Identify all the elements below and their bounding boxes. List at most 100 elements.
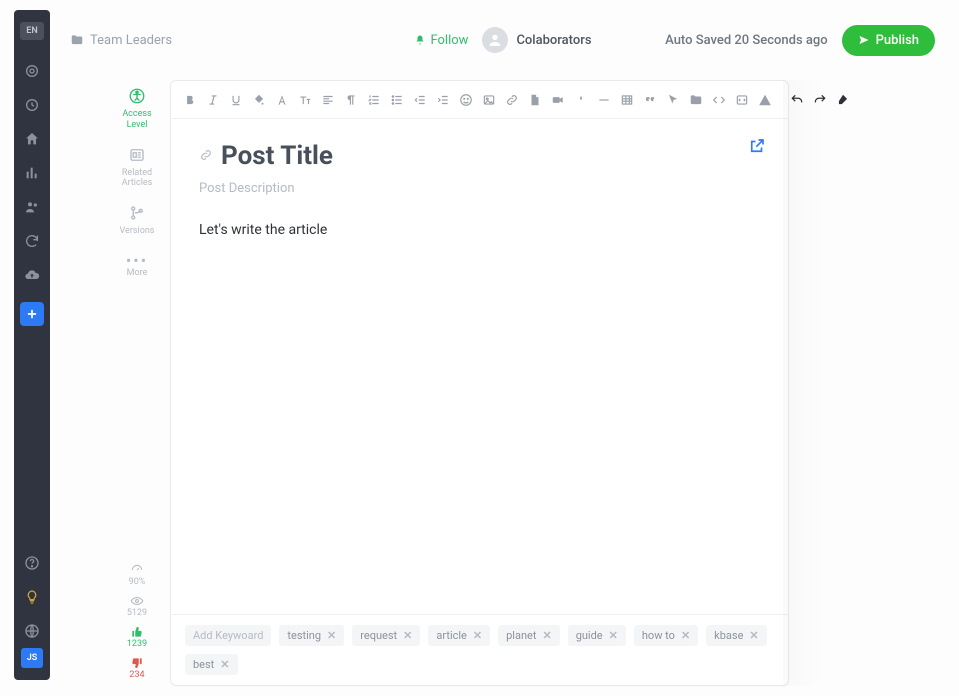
file-icon[interactable] (528, 92, 542, 108)
list-unordered-icon[interactable] (390, 92, 404, 108)
bold-icon[interactable] (183, 92, 197, 108)
collaborators-label: Colaborators (516, 33, 591, 48)
publish-label: Publish (876, 33, 919, 48)
indent-increase-icon[interactable] (436, 92, 450, 108)
accessibility-icon (127, 86, 147, 106)
analytics-icon[interactable] (22, 163, 42, 183)
post-description-input[interactable]: Post Description (199, 181, 760, 196)
post-title-input[interactable]: Post Title (221, 141, 333, 171)
health-icon (130, 563, 144, 577)
image-icon[interactable] (482, 92, 496, 108)
home-icon[interactable] (22, 129, 42, 149)
tips-icon[interactable] (22, 587, 42, 607)
link-icon[interactable] (505, 92, 519, 108)
downvotes-stat: 234 (129, 656, 144, 680)
font-icon[interactable] (275, 92, 289, 108)
tag-remove-icon[interactable]: ✕ (403, 629, 412, 642)
collaborators[interactable]: Colaborators (482, 27, 591, 53)
autosave-status: Auto Saved 20 Seconds ago (665, 33, 827, 48)
views-value: 5129 (127, 608, 147, 618)
tag-item[interactable]: how to✕ (634, 625, 698, 646)
folder-icon[interactable] (689, 92, 703, 108)
health-value: 90% (129, 577, 146, 587)
downvotes-value: 234 (129, 670, 144, 680)
publish-button[interactable]: Publish (842, 25, 935, 56)
target-icon[interactable] (22, 61, 42, 81)
users-icon[interactable] (22, 197, 42, 217)
emoji-icon[interactable] (459, 92, 473, 108)
health-stat: 90% (129, 563, 146, 587)
related-articles-item[interactable]: Related Articles (112, 145, 162, 190)
tag-item[interactable]: best✕ (185, 654, 238, 675)
warning-icon[interactable] (758, 92, 772, 108)
follow-button[interactable]: Follow (413, 33, 468, 48)
document-area[interactable]: Post Title Post Description Let's write … (171, 119, 788, 614)
language-badge[interactable]: EN (20, 22, 44, 40)
breadcrumb[interactable]: Team Leaders (70, 33, 172, 48)
tag-item[interactable]: kbase✕ (706, 625, 766, 646)
tag-remove-icon[interactable]: ✕ (473, 629, 482, 642)
italic-icon[interactable] (206, 92, 220, 108)
views-stat: 5129 (127, 594, 147, 618)
cursor-icon[interactable] (666, 92, 680, 108)
tag-remove-icon[interactable]: ✕ (220, 658, 229, 671)
more-label: More (127, 268, 148, 279)
add-keyword-input[interactable]: Add Keywoard (185, 625, 271, 646)
list-ordered-icon[interactable] (367, 92, 381, 108)
open-external-icon[interactable] (748, 137, 766, 159)
tag-remove-icon[interactable]: ✕ (542, 629, 551, 642)
related-articles-label: Related Articles (112, 168, 162, 190)
editor: Post Title Post Description Let's write … (170, 80, 789, 686)
permalink-icon[interactable] (199, 147, 213, 166)
tag-item[interactable]: request✕ (352, 625, 420, 646)
access-level-item[interactable]: Access Level (112, 86, 162, 131)
special-char-icon[interactable] (574, 92, 588, 108)
tag-item[interactable]: article✕ (428, 625, 490, 646)
tag-item[interactable]: guide✕ (568, 625, 626, 646)
align-icon[interactable] (321, 92, 335, 108)
video-icon[interactable] (551, 92, 565, 108)
thumbs-up-icon (130, 625, 144, 639)
tag-remove-icon[interactable]: ✕ (749, 629, 758, 642)
undo-icon[interactable] (790, 92, 804, 108)
main-rail: EN JS (14, 10, 50, 680)
branch-icon (127, 203, 147, 223)
indent-decrease-icon[interactable] (413, 92, 427, 108)
hr-icon[interactable] (597, 92, 611, 108)
paragraph-icon[interactable] (344, 92, 358, 108)
folder-icon (70, 33, 84, 47)
js-badge[interactable]: JS (21, 648, 43, 668)
history-icon[interactable] (22, 95, 42, 115)
upvotes-value: 1239 (127, 639, 147, 649)
tag-remove-icon[interactable]: ✕ (681, 629, 690, 642)
tag-remove-icon[interactable]: ✕ (609, 629, 618, 642)
side-tools: Access Level Related Articles Versions •… (112, 86, 162, 279)
add-button[interactable] (20, 302, 44, 326)
tags-row: Add Keywoard testing✕ request✕ article✕ … (171, 614, 788, 685)
underline-icon[interactable] (229, 92, 243, 108)
post-body[interactable]: Let's write the article (199, 222, 760, 238)
quote-icon[interactable] (643, 92, 657, 108)
upvotes-stat: 1239 (127, 625, 147, 649)
top-bar: Team Leaders Follow Colaborators Auto Sa… (60, 20, 945, 60)
clear-format-icon[interactable] (836, 92, 850, 108)
fill-color-icon[interactable] (252, 92, 266, 108)
embed-icon[interactable] (735, 92, 749, 108)
stats-column: 90% 5129 1239 234 (112, 557, 162, 680)
tag-item[interactable]: planet✕ (498, 625, 560, 646)
globe-icon[interactable] (22, 621, 42, 641)
eye-icon (130, 594, 144, 608)
code-icon[interactable] (712, 92, 726, 108)
cloud-upload-icon[interactable] (22, 265, 42, 285)
help-icon[interactable] (22, 553, 42, 573)
versions-item[interactable]: Versions (120, 203, 155, 237)
articles-icon (127, 145, 147, 165)
sync-icon[interactable] (22, 231, 42, 251)
tag-remove-icon[interactable]: ✕ (327, 629, 336, 642)
table-icon[interactable] (620, 92, 634, 108)
tag-item[interactable]: testing✕ (279, 625, 344, 646)
more-item[interactable]: ••• More (126, 251, 148, 279)
redo-icon[interactable] (813, 92, 827, 108)
versions-label: Versions (120, 226, 155, 237)
text-size-icon[interactable] (298, 92, 312, 108)
